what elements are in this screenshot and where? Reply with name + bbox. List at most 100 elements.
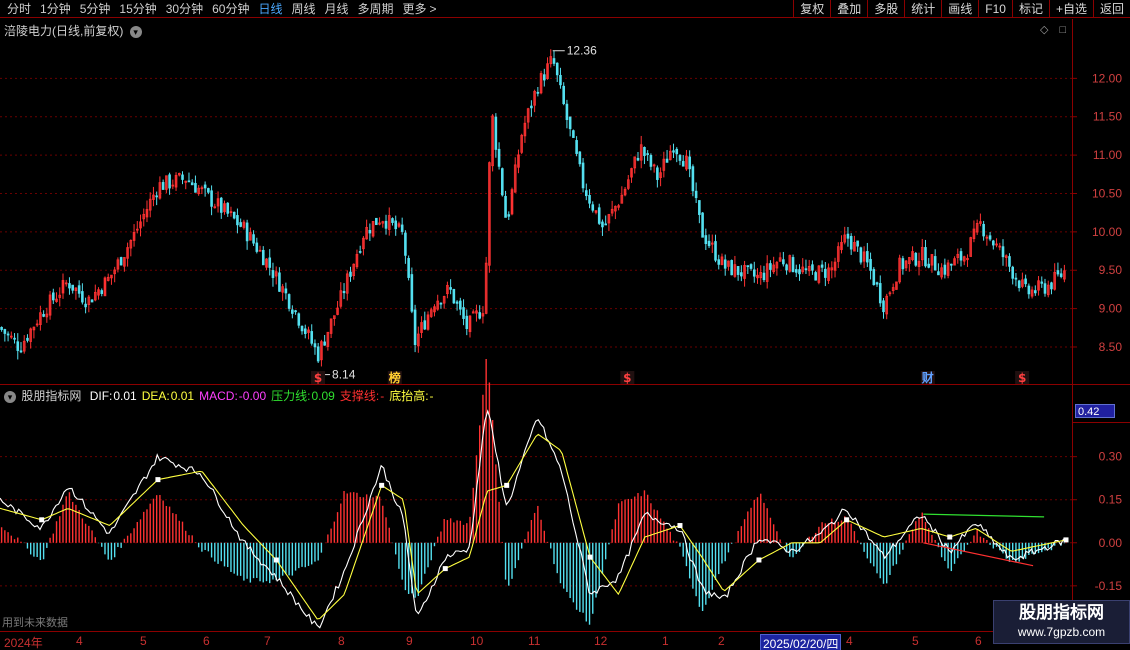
indicator-item-value: - <box>380 389 385 403</box>
tool-button-7[interactable]: +自选 <box>1048 0 1093 18</box>
square-icon[interactable]: □ <box>1060 24 1067 36</box>
candle-body <box>762 272 766 281</box>
candle-body <box>811 264 814 271</box>
signal-marker <box>379 482 385 488</box>
candle-body <box>13 337 16 340</box>
price-tick-label: 9.50 <box>1099 263 1123 277</box>
tool-button-1[interactable]: 叠加 <box>830 0 867 18</box>
tab-period-9[interactable]: 多周期 <box>355 0 397 17</box>
candle-body <box>226 202 230 214</box>
diamond-icon[interactable]: ◇ <box>1040 24 1048 36</box>
candle-body <box>465 315 469 330</box>
event-marker: 榜 <box>389 370 401 385</box>
candle-body <box>601 221 604 228</box>
candle-body <box>591 204 595 211</box>
candle-body <box>313 343 317 348</box>
tab-period-0[interactable]: 分时 <box>4 0 34 17</box>
time-cursor-label: 2025/02/20/四 <box>760 634 842 650</box>
price-tick-label: 8.50 <box>1099 340 1123 354</box>
candle-body <box>723 259 727 269</box>
tab-period-1[interactable]: 1分钟 <box>37 0 74 17</box>
candle-body <box>1014 277 1018 280</box>
candle-body <box>769 263 772 270</box>
candle-body <box>543 74 546 81</box>
candle-body <box>449 287 452 290</box>
tab-period-7[interactable]: 周线 <box>288 0 318 17</box>
candle-body <box>284 288 288 294</box>
tool-button-3[interactable]: 统计 <box>904 0 941 18</box>
tab-period-3[interactable]: 15分钟 <box>116 0 159 17</box>
candle-body <box>410 274 414 312</box>
event-markers: $ 榜 $ 财 $ <box>311 370 1030 385</box>
indicator-item-0: DIF:0.01 <box>90 389 137 403</box>
period-tabs: 分时 1分钟 5分钟 15分钟 30分钟 60分钟 日线 周线 月线 多周期 更多 > <box>0 0 443 18</box>
tool-button-0[interactable]: 复权 <box>793 0 830 18</box>
tab-period-2[interactable]: 5分钟 <box>77 0 114 17</box>
candle-body <box>90 299 94 303</box>
candle-body <box>181 174 184 180</box>
indicator-name[interactable]: 股朋指标网 <box>21 389 81 403</box>
chevron-down-circle-icon[interactable]: ▾ <box>4 390 16 403</box>
price-axis: 8.50 9.00 9.50 10.00 10.50 11.00 11.50 12.00 <box>1072 71 1122 354</box>
candle-body <box>219 197 223 213</box>
tool-button-4[interactable]: 画线 <box>941 0 978 18</box>
time-axis-label: 7 <box>264 634 271 648</box>
candle-body <box>869 258 872 271</box>
tab-period-6[interactable]: 日线 <box>255 0 285 17</box>
tool-button-8[interactable]: 返回 <box>1092 0 1130 18</box>
candle-body <box>478 312 481 319</box>
candle-body <box>77 285 81 294</box>
candle-body <box>982 223 985 237</box>
tab-period-4[interactable]: 30分钟 <box>163 0 206 17</box>
candle-body <box>791 257 795 273</box>
high-price-label: 12.36 <box>567 44 597 58</box>
candle-body <box>1034 290 1037 294</box>
signal-marker <box>442 566 448 572</box>
indicator-item-4: 支撑线:- <box>340 389 384 403</box>
chevron-down-circle-icon[interactable]: ▾ <box>129 25 142 38</box>
stock-title-bar[interactable]: 涪陵电力(日线,前复权) ▾ <box>4 22 142 39</box>
candle-body <box>210 190 213 207</box>
tool-button-5[interactable]: F10 <box>978 0 1012 18</box>
candle-body <box>678 155 682 161</box>
signal-marker <box>947 534 953 540</box>
candle-body <box>100 290 104 294</box>
stock-title: 涪陵电力(日线,前复权) <box>4 24 124 38</box>
tab-period-10[interactable]: 更多 <box>400 0 430 17</box>
candle-body <box>1024 278 1027 285</box>
indicator-item-value: 0.01 <box>113 389 137 403</box>
candle-body <box>119 257 123 266</box>
future-data-note: 用到未来数据 <box>2 617 68 629</box>
indicator-item-label: 压力线: <box>271 389 311 403</box>
price-grid <box>0 77 1072 348</box>
candle-body <box>252 234 255 244</box>
candle-body <box>1001 246 1005 258</box>
time-axis-label: 1 <box>662 634 669 648</box>
indicator-item-value: 0.09 <box>311 389 335 403</box>
price-tick-label: 9.00 <box>1099 302 1123 316</box>
candle-body <box>698 200 701 215</box>
candle-body <box>937 271 940 276</box>
time-axis-label: 8 <box>338 634 345 648</box>
candle-body <box>707 240 711 247</box>
candle-body <box>1043 283 1047 294</box>
time-axis-label: 6 <box>203 634 210 648</box>
tab-period-5[interactable]: 60分钟 <box>209 0 252 17</box>
candle-body <box>1017 280 1021 289</box>
tool-button-6[interactable]: 标记 <box>1011 0 1049 18</box>
tab-period-8[interactable]: 月线 <box>322 0 352 17</box>
tool-button-2[interactable]: 多股 <box>867 0 904 18</box>
candle-body <box>704 235 708 245</box>
candle-body <box>552 58 556 64</box>
candle-body <box>824 268 827 278</box>
candle-body <box>236 215 239 226</box>
candle-body <box>849 235 853 250</box>
candle-body <box>746 265 750 268</box>
candle-body <box>672 150 675 153</box>
candle-body <box>575 140 578 154</box>
time-axis-label: 12 <box>594 634 608 648</box>
candle-body <box>391 218 394 223</box>
signal-marker <box>844 517 850 523</box>
current-value: 0.42 <box>1078 406 1100 418</box>
chevron-right-icon[interactable]: > <box>427 2 440 16</box>
